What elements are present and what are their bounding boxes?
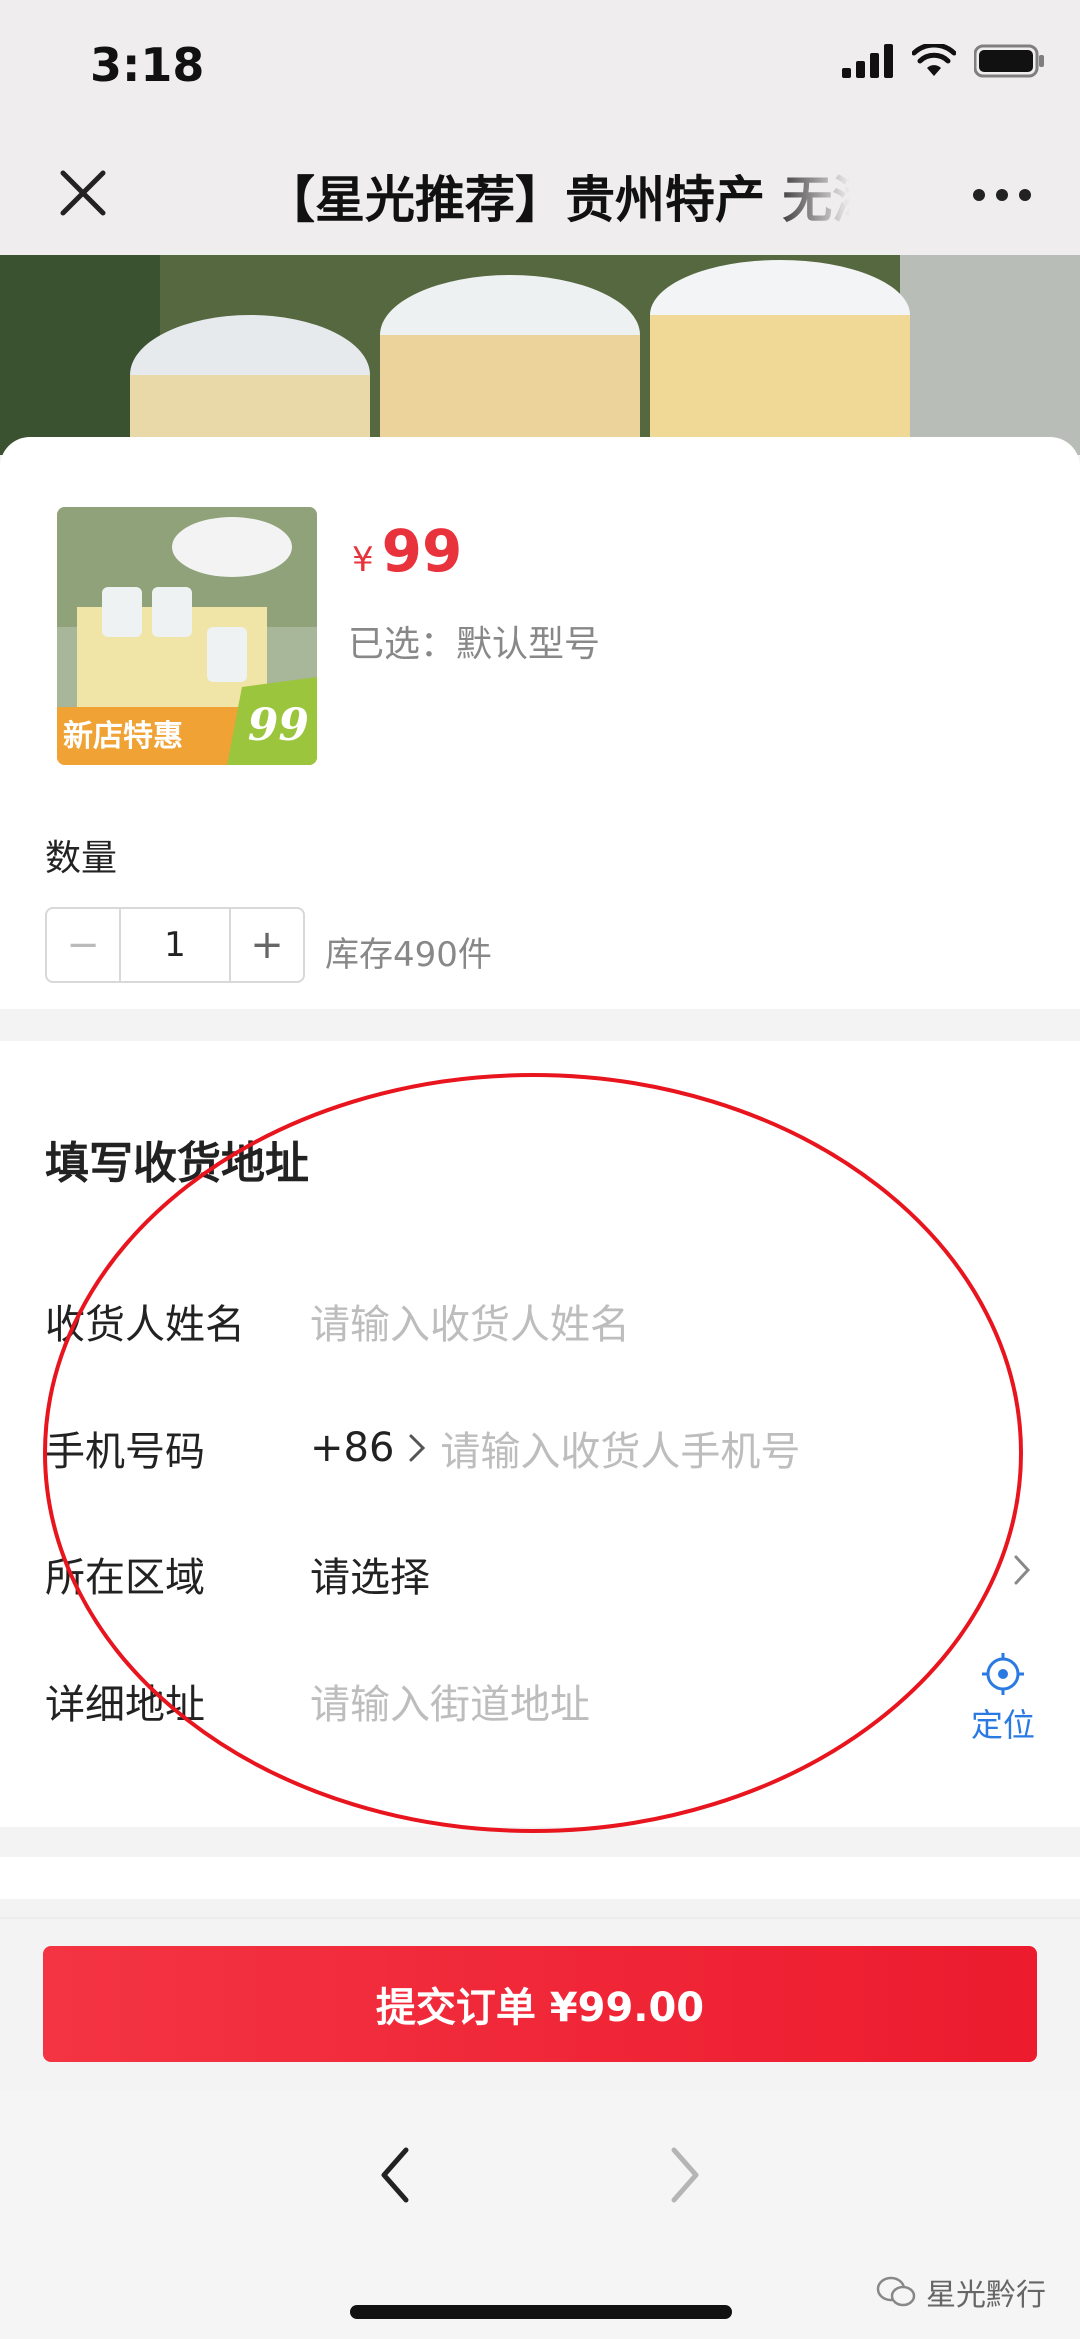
- locate-button[interactable]: 定位: [968, 1652, 1038, 1746]
- quantity-stepper: − 1 +: [45, 907, 305, 983]
- submit-order-button[interactable]: 提交订单 ¥99.00: [43, 1946, 1037, 2062]
- section-divider: [0, 1009, 1080, 1041]
- more-button[interactable]: [962, 160, 1042, 230]
- locate-label: 定位: [970, 1706, 1035, 1744]
- chevron-right-icon: [671, 2147, 699, 2203]
- home-indicator: [350, 2305, 732, 2319]
- address-section-title: 填写收货地址: [45, 1138, 309, 1189]
- recipient-name-input[interactable]: 请输入收货人姓名: [310, 1292, 630, 1350]
- status-time: 3:18: [90, 38, 205, 92]
- close-button[interactable]: [48, 158, 118, 228]
- close-icon: [60, 170, 106, 216]
- nav-bar: 【星光推荐】贵州特产 无添加: [0, 130, 1080, 255]
- locate-icon: [982, 1653, 1024, 1695]
- quantity-value[interactable]: 1: [119, 909, 231, 981]
- product-thumbnail[interactable]: 新店特惠 99: [57, 507, 317, 765]
- selected-variant[interactable]: 已选：默认型号: [348, 615, 600, 667]
- watermark-text: 星光黔行: [926, 2278, 1046, 2313]
- forward-button[interactable]: [660, 2140, 710, 2210]
- purchase-sheet: 新店特惠 99 ¥ 99 已选：默认型号 数量 − 1 + 库存490件 填写收…: [0, 437, 1080, 1919]
- decrease-button[interactable]: −: [47, 909, 119, 981]
- page-title: 【星光推荐】贵州特产 无添加: [265, 171, 850, 229]
- back-button[interactable]: [370, 2140, 420, 2210]
- currency-symbol: ¥: [352, 540, 374, 580]
- detail-address-input[interactable]: 请输入街道地址: [310, 1672, 590, 1730]
- phone-label: 手机号码: [45, 1429, 205, 1475]
- region-label: 所在区域: [45, 1555, 205, 1601]
- product-cans-image: [0, 255, 1080, 455]
- status-bar: 3:18: [0, 0, 1080, 130]
- chevron-right-icon[interactable]: [1013, 1554, 1031, 1586]
- detail-address-label: 详细地址: [45, 1682, 205, 1728]
- wifi-icon: [912, 44, 956, 76]
- region-selector[interactable]: 请选择: [310, 1545, 430, 1603]
- chevron-left-icon: [381, 2147, 409, 2203]
- price-value: 99: [381, 517, 463, 585]
- phone-field: +86 请输入收货人手机号: [310, 1419, 800, 1477]
- price: ¥ 99: [352, 517, 462, 585]
- more-icon: [973, 189, 1031, 201]
- thumbnail-price: 99: [247, 700, 309, 751]
- footer-divider: [0, 1917, 1080, 1919]
- watermark: 星光黔行: [876, 2270, 1046, 2314]
- battery-icon: [974, 44, 1044, 78]
- recipient-name-label: 收货人姓名: [45, 1302, 245, 1348]
- stock-count: 库存490件: [325, 935, 492, 975]
- chevron-right-icon: [409, 1434, 426, 1462]
- product-photo-background: [0, 255, 1080, 455]
- browser-toolbar: 星光黔行: [0, 2090, 1080, 2339]
- thumbnail-caption: 新店特惠: [63, 719, 183, 754]
- section-divider: [0, 1827, 1080, 1857]
- quantity-label: 数量: [45, 838, 118, 879]
- status-icons: [842, 44, 1046, 78]
- signal-icon: [842, 44, 893, 78]
- country-code-selector[interactable]: +86: [310, 1425, 394, 1471]
- wechat-icon: [876, 2276, 916, 2307]
- phone-input[interactable]: 请输入收货人手机号: [440, 1419, 800, 1477]
- increase-button[interactable]: +: [231, 909, 303, 981]
